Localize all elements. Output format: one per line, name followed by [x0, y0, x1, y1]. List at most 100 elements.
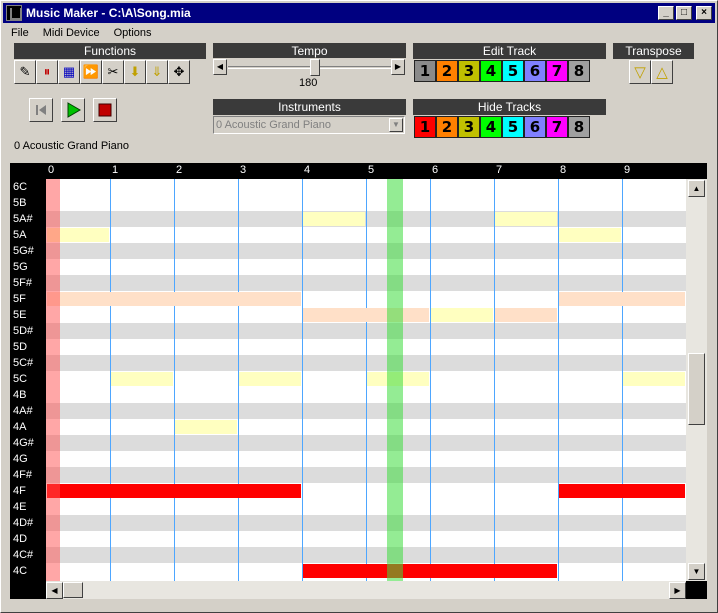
hide-track-button-5[interactable]: 5 [502, 116, 524, 138]
note-event[interactable] [111, 372, 173, 386]
hide-track-button-7[interactable]: 7 [546, 116, 568, 138]
close-button[interactable]: × [696, 6, 712, 20]
note-event[interactable] [303, 308, 429, 322]
ruler-tick-9: 9 [624, 164, 631, 176]
minimize-button[interactable]: _ [658, 6, 674, 20]
edit-track-button-7[interactable]: 7 [546, 60, 568, 82]
note-event[interactable] [559, 228, 621, 242]
edit-track-button-8[interactable]: 8 [568, 60, 590, 82]
music-maker-window: Music Maker - C:\A\Song.mia _ □ × File M… [0, 0, 718, 613]
note-label: 5D [13, 341, 28, 353]
edit-track-button-6[interactable]: 6 [524, 60, 546, 82]
note-label: 4B [13, 389, 27, 401]
note-event[interactable] [495, 212, 557, 226]
pencil-button[interactable]: ✎ [14, 60, 36, 84]
ruler-tick-5: 5 [368, 164, 375, 176]
hide-track-button-8[interactable]: 8 [568, 116, 590, 138]
functions-header: Functions [14, 43, 206, 59]
instruments-header: Instruments [213, 99, 406, 115]
piano-roll: 0 1 2 3 4 5 6 7 8 9 6C 5B 5A# 5A 5G# 5G 5F# 5F 5E 5D# 5D 5C#… [10, 163, 707, 599]
note-event[interactable] [303, 212, 365, 226]
transpose-buttons: ▽ △ [629, 60, 673, 84]
tempo-right-arrow[interactable]: ▶ [391, 59, 405, 75]
scroll-up-arrow[interactable]: ▲ [688, 180, 705, 197]
maximize-button[interactable]: □ [676, 6, 692, 20]
note-event[interactable] [47, 484, 301, 498]
edit-track-button-2[interactable]: 2 [436, 60, 458, 82]
transpose-down-button[interactable]: ▽ [629, 60, 651, 84]
select-notes-icon: ▦ [62, 64, 76, 79]
note-event[interactable] [559, 484, 685, 498]
arrow-down-button[interactable]: ⬇ [124, 60, 146, 84]
ruler-tick-6: 6 [432, 164, 439, 176]
edit-track-button-5[interactable]: 5 [502, 60, 524, 82]
edit-track-button-4[interactable]: 4 [480, 60, 502, 82]
tempo-left-arrow[interactable]: ◀ [213, 59, 227, 75]
note-label: 4C# [13, 549, 34, 561]
play-button[interactable] [61, 98, 85, 122]
note-event[interactable] [47, 292, 301, 306]
menu-bar: File Midi Device Options [3, 24, 158, 42]
transpose-header: Transpose [613, 43, 694, 59]
move-button[interactable]: ✥ [168, 60, 190, 84]
transpose-up-button[interactable]: △ [651, 60, 673, 84]
vertical-scrollbar[interactable]: ▲ ▼ [686, 179, 707, 581]
note-event[interactable] [431, 308, 493, 322]
tempo-slider[interactable]: ◀ ▶ [213, 58, 406, 76]
stop-button[interactable] [93, 98, 117, 122]
menu-options[interactable]: Options [106, 27, 158, 39]
beat-line [174, 179, 175, 581]
ruler-tick-1: 1 [112, 164, 119, 176]
note-label: 4A# [13, 405, 33, 417]
move-icon: ✥ [173, 64, 185, 79]
fast-forward-icon: ⏩ [82, 64, 100, 79]
note-label: 4F# [13, 469, 32, 481]
ruler-tick-4: 4 [304, 164, 311, 176]
fast-forward-button[interactable]: ⏩ [80, 60, 102, 84]
playhead[interactable] [387, 179, 404, 581]
scroll-right-arrow[interactable]: ▶ [669, 582, 686, 599]
hide-track-button-2[interactable]: 2 [436, 116, 458, 138]
tempo-header: Tempo [213, 43, 406, 59]
hide-track-button-3[interactable]: 3 [458, 116, 480, 138]
hide-track-button-6[interactable]: 6 [524, 116, 546, 138]
split-button[interactable]: ⏸ [36, 60, 58, 84]
select-notes-button[interactable]: ▦ [58, 60, 80, 84]
instrument-select[interactable]: 0 Acoustic Grand Piano ▼ [213, 116, 405, 134]
scroll-left-arrow[interactable]: ◀ [46, 582, 63, 599]
note-event[interactable] [239, 372, 301, 386]
title-bar[interactable]: Music Maker - C:\A\Song.mia _ □ × [3, 3, 715, 23]
note-label: 4E [13, 501, 27, 513]
edit-track-button-1[interactable]: 1 [414, 60, 436, 82]
hide-track-button-4[interactable]: 4 [480, 116, 502, 138]
rewind-button[interactable] [29, 98, 53, 122]
note-label: 5B [13, 197, 27, 209]
vertical-scroll-thumb[interactable] [688, 353, 705, 425]
note-event[interactable] [303, 564, 557, 578]
note-label: 6C [13, 181, 28, 193]
beat-line [302, 179, 303, 581]
chevron-down-icon[interactable]: ▼ [389, 118, 403, 132]
tempo-thumb[interactable] [310, 59, 321, 76]
ruler-tick-8: 8 [560, 164, 567, 176]
hide-track-button-1[interactable]: 1 [414, 116, 436, 138]
arrow-down-double-button[interactable]: ⇓ [146, 60, 168, 84]
note-event[interactable] [559, 292, 685, 306]
horizontal-scrollbar[interactable]: ◀ ▶ [46, 581, 686, 599]
note-label: 4F [13, 485, 26, 497]
note-label: 5D# [13, 325, 34, 337]
edit-track-button-3[interactable]: 3 [458, 60, 480, 82]
horizontal-scroll-thumb[interactable] [63, 582, 83, 598]
note-event[interactable] [175, 420, 237, 434]
stop-icon [98, 103, 112, 117]
edit-track-buttons: 12345678 [414, 60, 590, 82]
cut-button[interactable]: ✂ [102, 60, 124, 84]
scroll-down-arrow[interactable]: ▼ [688, 563, 705, 580]
note-event[interactable] [623, 372, 685, 386]
note-label: 4D# [13, 517, 34, 529]
arrow-down-icon: ⬇ [129, 64, 141, 79]
note-event[interactable] [495, 308, 557, 322]
menu-midi-device[interactable]: Midi Device [35, 27, 106, 39]
note-grid[interactable] [46, 179, 686, 581]
menu-file[interactable]: File [3, 27, 35, 39]
